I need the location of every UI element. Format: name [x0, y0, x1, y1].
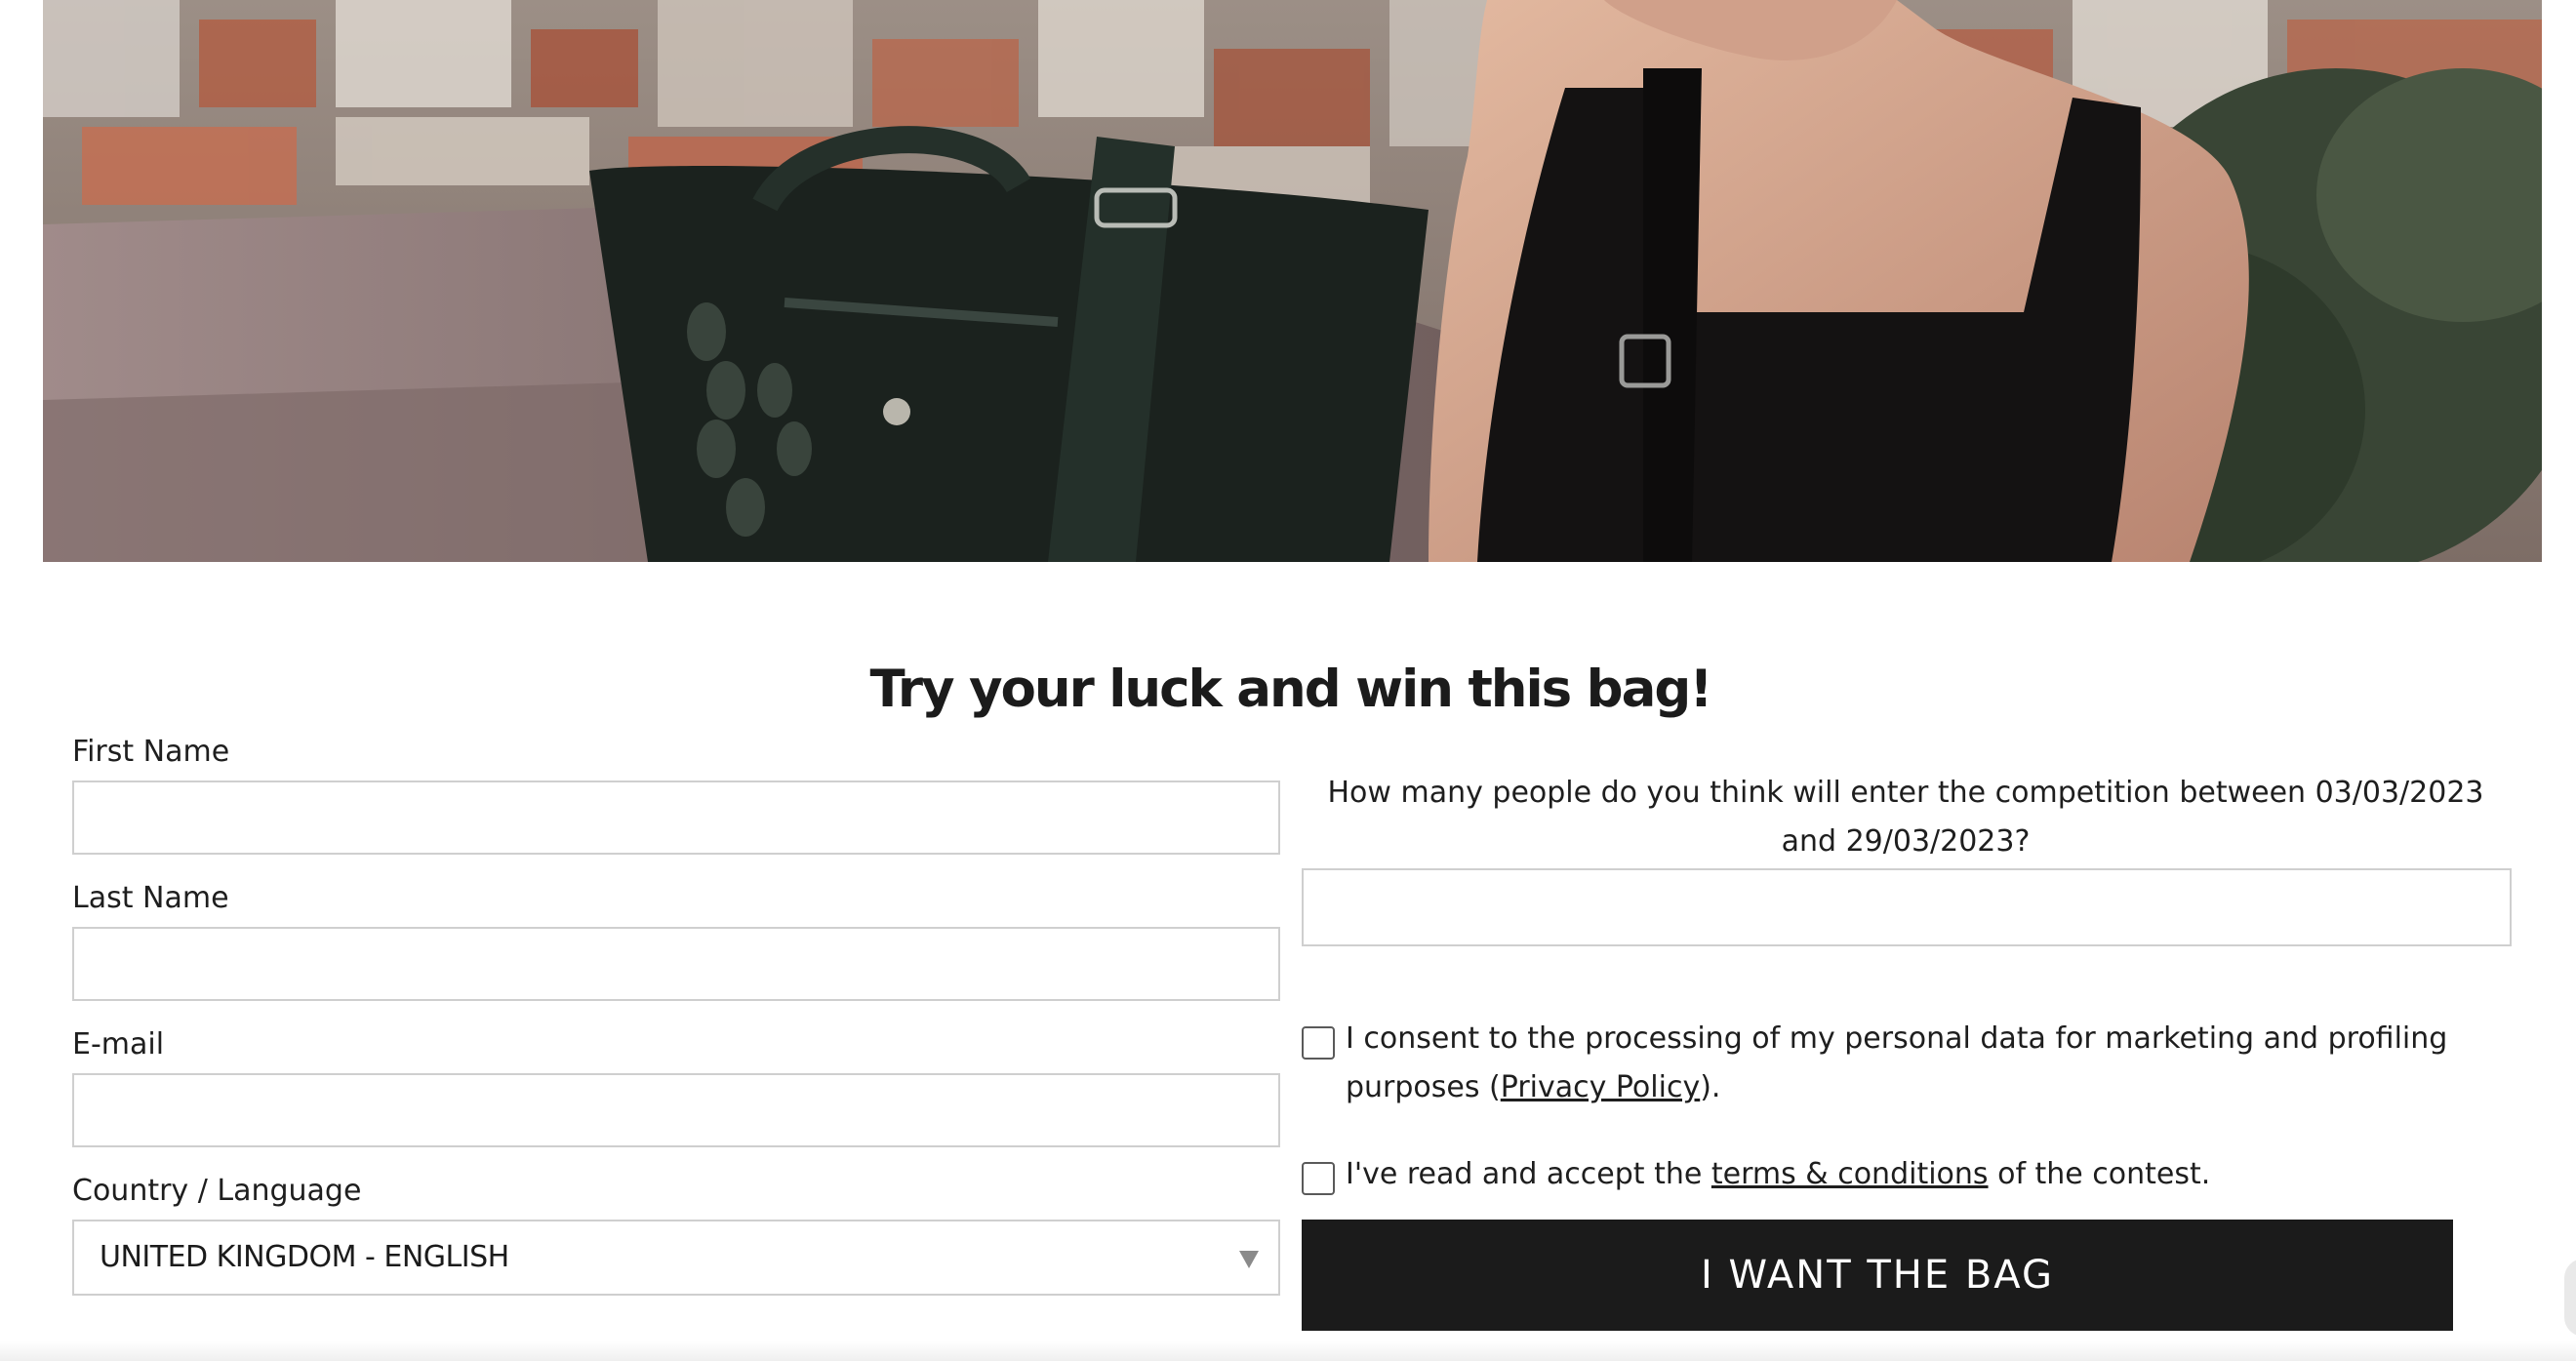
chevron-down-icon — [1239, 1251, 1259, 1268]
consent-text-after: ). — [1700, 1070, 1721, 1104]
competition-question: How many people do you think will enter … — [1327, 776, 2484, 859]
email-label: E-mail — [72, 1027, 165, 1061]
terms-conditions-link[interactable]: terms & conditions — [1711, 1157, 1989, 1191]
country-language-value: UNITED KINGDOM - ENGLISH — [100, 1240, 509, 1274]
privacy-policy-link[interactable]: Privacy Policy — [1501, 1070, 1700, 1104]
participants-guess-input[interactable] — [1302, 868, 2512, 946]
consent-row: I consent to the processing of my person… — [1302, 1015, 2473, 1112]
country-language-label: Country / Language — [72, 1174, 362, 1208]
terms-checkbox[interactable] — [1302, 1162, 1335, 1195]
terms-text: I've read and accept the terms & conditi… — [1346, 1150, 2473, 1199]
terms-text-after: of the contest. — [1988, 1157, 2211, 1191]
last-name-label: Last Name — [72, 881, 229, 915]
consent-text: I consent to the processing of my person… — [1346, 1015, 2473, 1112]
terms-row: I've read and accept the terms & conditi… — [1302, 1150, 2473, 1199]
form-title: Try your luck and win this bag! — [869, 659, 1712, 719]
first-name-input[interactable] — [72, 781, 1280, 855]
side-scroll-handle[interactable] — [2564, 1259, 2576, 1337]
last-name-input[interactable] — [72, 927, 1280, 1001]
country-language-select[interactable]: UNITED KINGDOM - ENGLISH — [72, 1220, 1280, 1296]
terms-text-before: I've read and accept the — [1346, 1157, 1711, 1191]
email-input[interactable] — [72, 1073, 1280, 1147]
first-name-label: First Name — [72, 735, 230, 769]
hero-image — [43, 0, 2542, 562]
want-the-bag-button[interactable]: I WANT THE BAG — [1302, 1220, 2453, 1331]
page-bottom-edge — [0, 1341, 2576, 1361]
consent-checkbox[interactable] — [1302, 1026, 1335, 1060]
